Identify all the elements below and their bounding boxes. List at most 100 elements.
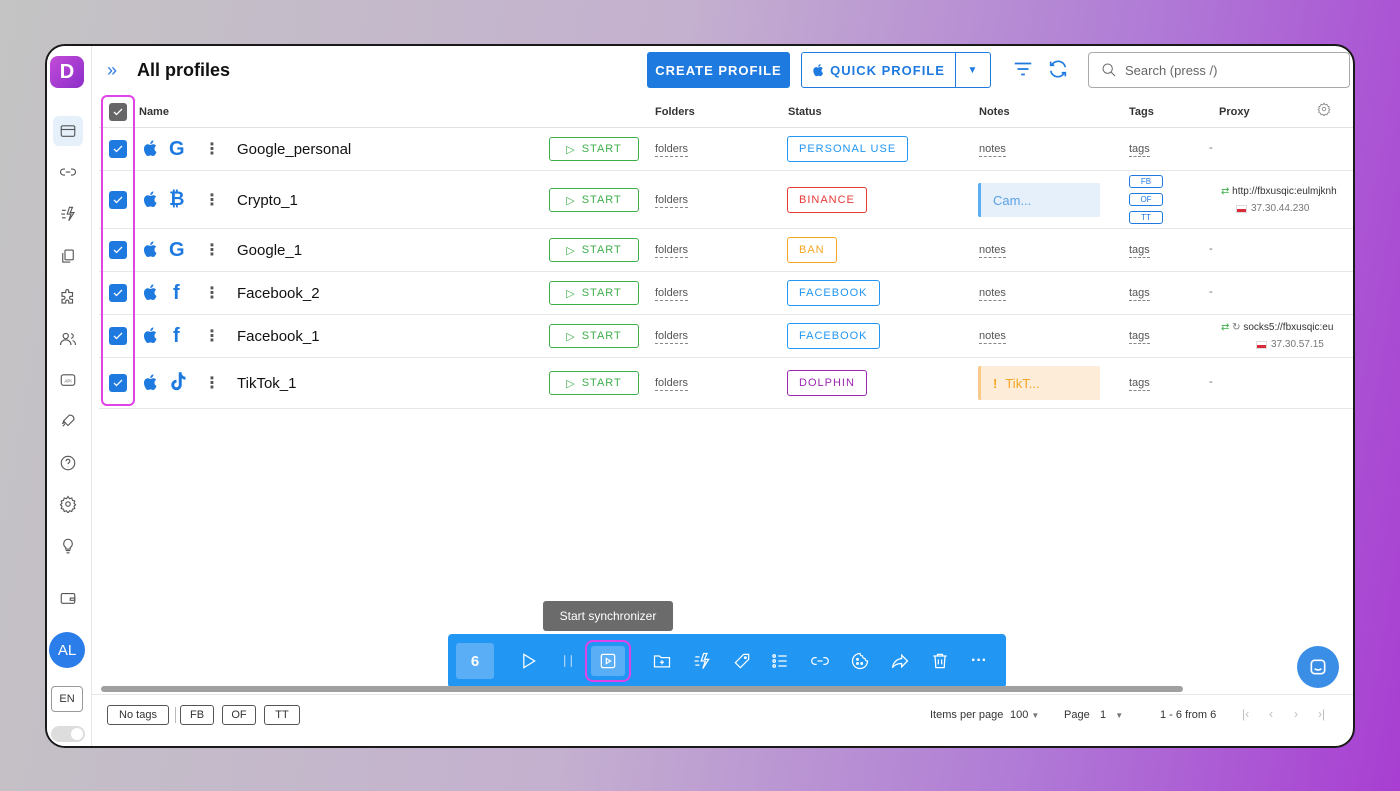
extensions-icon[interactable] [55, 284, 81, 310]
kebab-menu-icon[interactable]: ⋮ [204, 190, 220, 210]
status-badge[interactable]: BAN [787, 237, 837, 263]
column-name[interactable]: Name [139, 106, 169, 118]
profile-name[interactable]: Facebook_2 [237, 285, 320, 302]
tag-filter-tt[interactable]: TT [264, 705, 300, 725]
theme-toggle[interactable] [51, 726, 85, 742]
note-card[interactable]: ! TikT... [978, 366, 1100, 400]
page-select[interactable]: 1 ▼ [1100, 709, 1123, 721]
status-badge[interactable]: FACEBOOK [787, 280, 880, 306]
column-settings-icon[interactable] [1317, 102, 1331, 119]
column-tags[interactable]: Tags [1129, 106, 1154, 118]
prev-page-icon[interactable]: ‹ [1269, 707, 1273, 721]
settings-icon[interactable] [55, 491, 81, 517]
table-row[interactable]: ⋮ TikTok_1 ▷ START folders DOLPHIN ! TikT… [99, 358, 1353, 409]
cookie-icon[interactable] [848, 649, 872, 673]
tags-link[interactable]: tags [1129, 244, 1150, 258]
note-card[interactable]: Cam... [978, 183, 1100, 217]
table-row[interactable]: G ⋮ Google_personal ▷ START folders PERSO… [99, 128, 1353, 171]
tag-chip[interactable]: TT [1129, 211, 1163, 224]
tag-icon[interactable] [730, 649, 754, 673]
table-row[interactable]: G ⋮ Google_1 ▷ START folders BAN notes ta… [99, 229, 1353, 272]
start-button[interactable]: ▷ START [549, 188, 639, 212]
tags-link[interactable]: tags [1129, 143, 1150, 157]
kebab-menu-icon[interactable]: ⋮ [204, 283, 220, 303]
no-tags-filter[interactable]: No tags [107, 705, 169, 725]
more-icon[interactable]: ··· [967, 649, 991, 673]
share-icon[interactable] [888, 649, 912, 673]
table-row[interactable]: f ⋮ Facebook_2 ▷ START folders FACEBOOK n… [99, 272, 1353, 315]
expand-sidebar-icon[interactable]: » [107, 60, 117, 81]
tag-chip[interactable]: FB [1129, 175, 1163, 188]
start-button[interactable]: ▷ START [549, 137, 639, 161]
avatar[interactable]: AL [49, 632, 85, 668]
create-profile-button[interactable]: CREATE PROFILE [647, 52, 790, 88]
folders-link[interactable]: folders [655, 244, 689, 258]
notes-link[interactable]: notes [979, 143, 1006, 157]
kebab-menu-icon[interactable]: ⋮ [204, 139, 220, 159]
table-row[interactable]: f ⋮ Facebook_1 ▷ START folders FACEBOOK n… [99, 315, 1353, 358]
app-logo[interactable]: D [50, 56, 84, 88]
column-status[interactable]: Status [788, 106, 822, 118]
quick-profile-button[interactable]: QUICK PROFILE ▼ [801, 52, 991, 88]
language-selector[interactable]: EN [51, 686, 83, 712]
filter-icon[interactable] [1012, 58, 1036, 82]
table-row[interactable]: ₿ ⋮ Crypto_1 ▷ START folders BINANCE Cam.… [99, 171, 1353, 229]
trash-icon[interactable] [928, 649, 952, 673]
status-badge[interactable]: DOLPHIN [787, 370, 867, 396]
users-icon[interactable] [55, 326, 81, 352]
link-icon[interactable] [808, 649, 832, 673]
tag-filter-of[interactable]: OF [222, 705, 256, 725]
link-icon[interactable] [55, 159, 81, 185]
items-per-page-select[interactable]: 100 ▼ [1010, 709, 1039, 721]
start-synchronizer-button[interactable] [585, 640, 631, 682]
tags-link[interactable]: tags [1129, 287, 1150, 301]
column-folders[interactable]: Folders [655, 106, 695, 118]
last-page-icon[interactable]: ›| [1318, 707, 1325, 721]
profile-name[interactable]: Google_personal [237, 141, 351, 158]
status-badge[interactable]: FACEBOOK [787, 323, 880, 349]
tag-filter-fb[interactable]: FB [180, 705, 214, 725]
column-proxy[interactable]: Proxy [1219, 106, 1250, 118]
api-icon[interactable]: API [55, 367, 81, 393]
play-icon[interactable] [516, 649, 540, 673]
pause-icon[interactable] [556, 649, 580, 673]
folders-link[interactable]: folders [655, 143, 689, 157]
folders-link[interactable]: folders [655, 330, 689, 344]
rocket-icon[interactable] [55, 408, 81, 434]
automation-icon[interactable] [55, 201, 81, 227]
browser-profiles-icon[interactable] [53, 116, 83, 146]
kebab-menu-icon[interactable]: ⋮ [204, 240, 220, 260]
help-icon[interactable] [55, 450, 81, 476]
profile-name[interactable]: Crypto_1 [237, 192, 298, 209]
proxy-value[interactable]: ⇄ http://fbxusqic:eulmjknh [1221, 186, 1337, 197]
notes-link[interactable]: notes [979, 244, 1006, 258]
column-notes[interactable]: Notes [979, 106, 1010, 118]
start-button[interactable]: ▷ START [549, 281, 639, 305]
search-input[interactable]: Search (press /) [1088, 52, 1350, 88]
notes-link[interactable]: notes [979, 330, 1006, 344]
horizontal-scrollbar[interactable] [101, 686, 1183, 692]
tags-link[interactable]: tags [1129, 377, 1150, 391]
add-folder-icon[interactable] [650, 649, 674, 673]
kebab-menu-icon[interactable]: ⋮ [204, 326, 220, 346]
status-badge[interactable]: PERSONAL USE [787, 136, 909, 162]
tags-link[interactable]: tags [1129, 330, 1150, 344]
next-page-icon[interactable]: › [1294, 707, 1298, 721]
list-icon[interactable] [768, 649, 792, 673]
folders-link[interactable]: folders [655, 287, 689, 301]
profile-name[interactable]: Facebook_1 [237, 328, 320, 345]
wallet-icon[interactable] [55, 585, 81, 611]
lightbulb-icon[interactable] [55, 533, 81, 559]
status-badge[interactable]: BINANCE [787, 187, 867, 213]
notes-link[interactable]: notes [979, 287, 1006, 301]
profile-name[interactable]: TikTok_1 [237, 375, 296, 392]
refresh-icon[interactable] [1047, 58, 1071, 82]
kebab-menu-icon[interactable]: ⋮ [204, 373, 220, 393]
start-button[interactable]: ▷ START [549, 324, 639, 348]
automation-icon[interactable] [690, 649, 714, 673]
start-button[interactable]: ▷ START [549, 238, 639, 262]
tag-chip[interactable]: OF [1129, 193, 1163, 206]
copy-icon[interactable] [55, 243, 81, 269]
first-page-icon[interactable]: |‹ [1242, 707, 1249, 721]
chat-support-icon[interactable] [1297, 646, 1339, 688]
